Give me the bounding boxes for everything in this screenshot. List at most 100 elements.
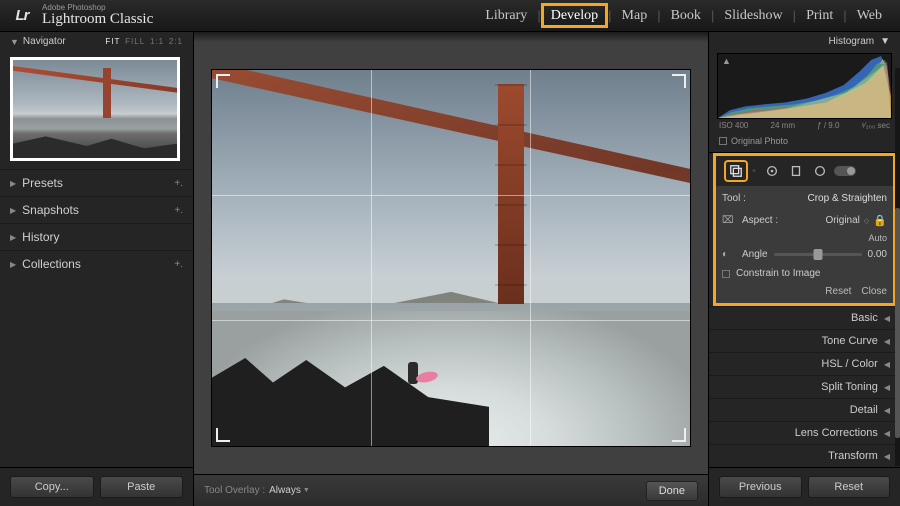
right-panel: Histogram ▼ ▲ ▲ ISO 400 24 mm ƒ / 9.0 ¹⁄… [708, 32, 900, 506]
crop-tool-icon[interactable] [726, 162, 746, 180]
histogram-title: Histogram [829, 36, 875, 47]
lock-icon[interactable]: 🔒 [873, 214, 887, 227]
paste-button[interactable]: Paste [100, 476, 184, 498]
chevron-updown-icon[interactable]: ◇ [864, 217, 869, 225]
chevron-right-icon: ▶ [10, 206, 16, 215]
spot-removal-icon[interactable] [762, 162, 782, 180]
chevron-right-icon: ▶ [10, 179, 16, 188]
right-scrollbar[interactable] [895, 68, 900, 466]
copy-button[interactable]: Copy... [10, 476, 94, 498]
chevron-down-icon: ▼ [880, 36, 890, 47]
crop-close-button[interactable]: Close [861, 286, 887, 297]
add-icon[interactable]: +. [174, 178, 183, 189]
constrain-label: Constrain to Image [736, 268, 821, 279]
tool-overlay-value[interactable]: Always [269, 485, 301, 496]
module-library[interactable]: Library [475, 3, 537, 28]
panel-lens-corrections[interactable]: Lens Corrections◀ [709, 421, 900, 444]
panel-hsl-color[interactable]: HSL / Color◀ [709, 352, 900, 375]
module-map[interactable]: Map [612, 3, 658, 28]
navigator-header[interactable]: ▼ Navigator FIT FILL 1:1 2:1 [0, 32, 193, 51]
meta-focal: 24 mm [771, 121, 795, 130]
add-icon[interactable]: +. [174, 205, 183, 216]
tool-overlay-label: Tool Overlay : [204, 485, 265, 496]
panel-collections[interactable]: ▶Collections+. [0, 250, 193, 277]
chevron-left-icon: ◀ [884, 406, 890, 415]
angle-label: Angle [742, 249, 768, 260]
lr-mark-icon: Lr [8, 4, 36, 28]
app-name-label: Lightroom Classic [42, 12, 153, 27]
chevron-right-icon: ▶ [10, 233, 16, 242]
chevron-left-icon: ◀ [884, 452, 890, 461]
histogram-graph [718, 54, 891, 118]
chevron-left-icon: ◀ [884, 314, 890, 323]
checkbox-icon[interactable] [719, 137, 727, 145]
reset-button[interactable]: Reset [808, 476, 891, 498]
crop-grid-line [212, 195, 690, 196]
aspect-value[interactable]: Original [825, 215, 859, 226]
scrollbar-thumb[interactable] [895, 208, 900, 438]
histogram-meta: ISO 400 24 mm ƒ / 9.0 ¹⁄₂₀₀ sec [709, 119, 900, 134]
angle-icon[interactable]: ◐ [722, 249, 736, 260]
crop-handle-bl[interactable] [216, 428, 230, 442]
meta-shutter: ¹⁄₂₀₀ sec [862, 121, 890, 130]
develop-panels: Basic◀ Tone Curve◀ HSL / Color◀ Split To… [709, 306, 900, 467]
chevron-left-icon: ◀ [884, 360, 890, 369]
module-web[interactable]: Web [847, 3, 892, 28]
panel-transform[interactable]: Transform◀ [709, 444, 900, 467]
chevron-down-icon: ▼ [10, 37, 19, 47]
panel-split-toning[interactable]: Split Toning◀ [709, 375, 900, 398]
histogram-header[interactable]: Histogram ▼ [709, 32, 900, 51]
redeye-icon[interactable] [786, 162, 806, 180]
module-print[interactable]: Print [796, 3, 843, 28]
panel-basic[interactable]: Basic◀ [709, 306, 900, 329]
module-book[interactable]: Book [661, 3, 711, 28]
panel-snapshots[interactable]: ▶Snapshots+. [0, 196, 193, 223]
crop-grid-line [371, 70, 372, 446]
radial-filter-icon[interactable] [810, 162, 830, 180]
app-root: Lr Adobe Photoshop Lightroom Classic Lib… [0, 0, 900, 506]
navigator-thumbnail[interactable] [10, 57, 180, 161]
aspect-icon[interactable]: ⌧ [722, 215, 736, 226]
navigator-zoom-opts[interactable]: FIT FILL 1:1 2:1 [103, 36, 183, 47]
crop-handle-tr[interactable] [672, 74, 686, 88]
module-slideshow[interactable]: Slideshow [714, 3, 792, 28]
panel-detail[interactable]: Detail◀ [709, 398, 900, 421]
panel-tone-curve[interactable]: Tone Curve◀ [709, 329, 900, 352]
panel-switch[interactable] [834, 166, 856, 176]
crop-handle-br[interactable] [672, 428, 686, 442]
left-footer: Copy... Paste [0, 467, 193, 506]
navigator-title: Navigator [23, 36, 66, 47]
meta-iso: ISO 400 [719, 121, 748, 130]
done-button[interactable]: Done [646, 481, 698, 501]
add-icon[interactable]: +. [174, 259, 183, 270]
shadow-clip-icon[interactable]: ▲ [722, 56, 731, 66]
crop-panel: Tool : Crop & Straighten ⌧ Aspect : Orig… [713, 186, 896, 306]
crop-grid-line [530, 70, 531, 446]
image-canvas[interactable] [212, 70, 690, 446]
angle-slider[interactable] [774, 253, 862, 256]
highlight-clip-icon[interactable]: ▲ [878, 56, 887, 66]
previous-button[interactable]: Previous [719, 476, 802, 498]
left-accordion: ▶Presets+. ▶Snapshots+. ▶History ▶Collec… [0, 169, 193, 318]
checkbox-icon[interactable] [722, 270, 730, 278]
module-develop[interactable]: Develop [541, 3, 608, 28]
right-footer: Previous Reset [709, 467, 900, 506]
crop-handle-tl[interactable] [216, 74, 230, 88]
chevron-left-icon: ◀ [884, 429, 890, 438]
original-photo-toggle[interactable]: Original Photo [709, 134, 900, 153]
app-logo: Lr Adobe Photoshop Lightroom Classic [8, 4, 153, 28]
panel-history[interactable]: ▶History [0, 223, 193, 250]
crop-reset-button[interactable]: Reset [825, 286, 851, 297]
histogram[interactable]: ▲ ▲ [717, 53, 892, 119]
tool-strip: • [713, 153, 896, 186]
angle-value[interactable]: 0.00 [868, 249, 887, 260]
center-toolbar: Tool Overlay : Always ▼ Done [194, 474, 708, 506]
tool-label: Tool : [722, 193, 746, 204]
auto-straighten-button[interactable]: Auto [868, 233, 887, 243]
chevron-right-icon: ▶ [10, 260, 16, 269]
left-panel: ▼ Navigator FIT FILL 1:1 2:1 ▶Presets+. … [0, 32, 194, 506]
chevron-down-icon[interactable]: ▼ [303, 487, 310, 494]
panel-presets[interactable]: ▶Presets+. [0, 169, 193, 196]
top-bar: Lr Adobe Photoshop Lightroom Classic Lib… [0, 0, 900, 32]
module-picker: Library | Develop | Map | Book | Slidesh… [475, 3, 892, 28]
